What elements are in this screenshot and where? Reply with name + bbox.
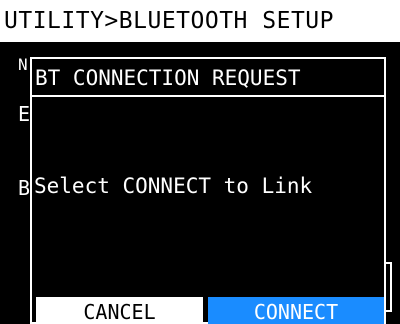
cancel-button[interactable]: CANCEL xyxy=(36,297,203,324)
background-text-fragment: E xyxy=(18,102,31,126)
background-text-fragment: N xyxy=(18,55,28,74)
dialog-title: BT CONNECTION REQUEST xyxy=(32,59,384,97)
background-text-fragment: B xyxy=(18,176,31,200)
screen-title: UTILITY>BLUETOOTH SETUP xyxy=(0,0,400,42)
bt-connection-dialog: BT CONNECTION REQUEST Select CONNECT to … xyxy=(30,57,386,324)
connect-button[interactable]: CONNECT xyxy=(208,297,384,324)
dialog-message: Select CONNECT to Link xyxy=(34,174,313,198)
